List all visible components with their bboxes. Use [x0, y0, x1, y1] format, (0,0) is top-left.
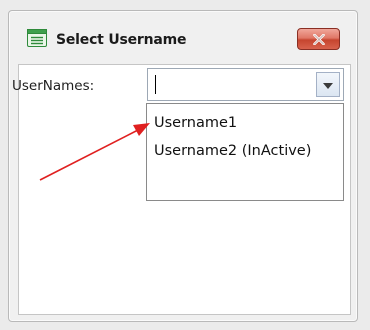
annotation-arrow	[39, 123, 150, 181]
